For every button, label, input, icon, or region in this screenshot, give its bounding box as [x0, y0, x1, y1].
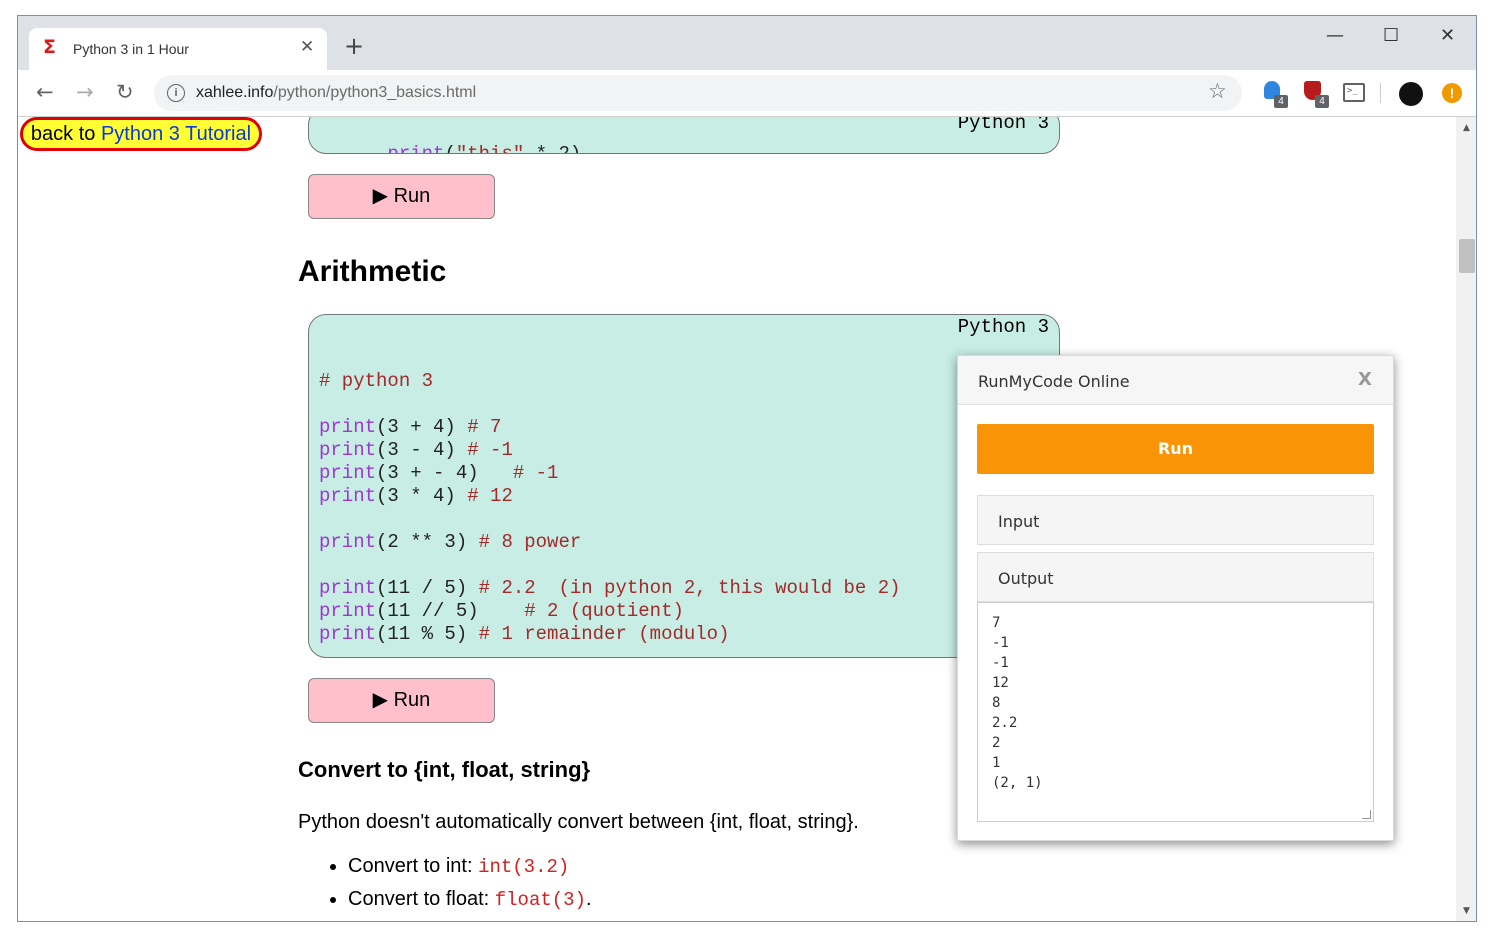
panel-header: RunMyCode Online X: [958, 356, 1393, 405]
window-close-icon[interactable]: ✕: [1440, 25, 1455, 46]
output-text: 7 -1 -1 12 8 2.2 2 1 (2, 1): [992, 615, 1043, 791]
browser-toolbar: ← → ↻ i xahlee.info/python/python3_basic…: [18, 70, 1476, 117]
maximize-icon[interactable]: ☐: [1383, 25, 1399, 46]
output-section-toggle[interactable]: Output: [977, 552, 1374, 602]
code-line: print(11 % 5) # 1 remainder (modulo): [319, 623, 730, 645]
back-arrow-icon[interactable]: ←: [36, 80, 54, 104]
code-line: print(3 - 4) # -1: [319, 439, 513, 461]
code-line: print(3 + - 4) # -1: [319, 462, 559, 484]
code-line: print(3 * 4) # 12: [319, 485, 513, 507]
terminal-extension-icon[interactable]: >_: [1343, 81, 1367, 105]
resize-handle-icon[interactable]: [1362, 810, 1371, 819]
page-scrollbar[interactable]: ▲ ▼: [1456, 117, 1476, 921]
minimize-icon[interactable]: —: [1326, 25, 1344, 46]
code-block-arithmetic[interactable]: Python 3 # python 3 print(3 + 4) # 7 print(…: [308, 314, 1060, 658]
scroll-down-arrow-icon[interactable]: ▼: [1463, 906, 1470, 916]
code-language-label: Python 3: [957, 117, 1049, 134]
code-lines: # python 3 print(3 + 4) # 7 print(3 - 4) #…: [319, 370, 1049, 657]
forward-arrow-icon[interactable]: →: [76, 80, 94, 104]
run-button[interactable]: ▶ Run: [308, 678, 495, 723]
section-heading-arithmetic: Arithmetic: [298, 255, 447, 288]
input-section-toggle[interactable]: Input: [977, 495, 1374, 545]
info-icon[interactable]: i: [167, 84, 185, 102]
convert-list: Convert to int: int(3.2) Convert to floa…: [328, 855, 592, 921]
ghostery-extension-icon[interactable]: 4: [1262, 81, 1288, 108]
new-tab-icon[interactable]: +: [344, 32, 364, 60]
input-label: Input: [998, 512, 1040, 531]
list-item: Convert to int: int(3.2): [348, 855, 592, 878]
ublock-extension-icon[interactable]: 4: [1303, 81, 1329, 108]
address-bar[interactable]: i xahlee.info/python/python3_basics.html…: [154, 75, 1242, 111]
runmycode-panel: RunMyCode Online X Run Input Output 7 -1…: [957, 355, 1394, 841]
ublock-badge: 4: [1315, 95, 1329, 108]
tab-strip: Σ Python 3 in 1 Hour ✕ + — ☐ ✕: [18, 16, 1476, 70]
code-line: print(2 ** 3) # 8 power: [319, 531, 582, 553]
code-line: print(3 + 4) # 7: [319, 416, 502, 438]
run-button[interactable]: ▶ Run: [308, 174, 495, 219]
profile-avatar[interactable]: [1399, 82, 1423, 106]
code-line: # python 3: [319, 370, 434, 392]
back-to-tutorial-link[interactable]: back to Python 3 Tutorial: [20, 117, 262, 151]
list-item: Convert to float: float(3).: [348, 888, 592, 911]
panel-run-button[interactable]: Run: [977, 424, 1374, 474]
scroll-up-arrow-icon[interactable]: ▲: [1463, 123, 1470, 133]
code-block-string-repeat[interactable]: Python 3 print("this" * 2): [308, 117, 1060, 154]
code-line: print(11 // 5) # 2 (quotient): [319, 600, 684, 622]
panel-close-icon[interactable]: X: [1358, 369, 1372, 390]
toolbar-divider: [1380, 83, 1381, 103]
tab-close-icon[interactable]: ✕: [300, 37, 314, 57]
panel-title: RunMyCode Online: [978, 372, 1130, 391]
output-textarea[interactable]: 7 -1 -1 12 8 2.2 2 1 (2, 1): [977, 602, 1374, 822]
ghostery-badge: 4: [1274, 95, 1288, 108]
tab-title: Python 3 in 1 Hour: [73, 41, 189, 57]
scroll-thumb[interactable]: [1459, 239, 1475, 273]
code-language-label: Python 3: [957, 316, 1049, 338]
section-heading-convert: Convert to {int, float, string}: [298, 757, 591, 782]
bookmark-star-icon[interactable]: ☆: [1208, 79, 1227, 103]
tab-python3-in-1-hour[interactable]: Σ Python 3 in 1 Hour ✕: [29, 28, 327, 70]
reload-icon[interactable]: ↻: [116, 80, 134, 104]
url-text[interactable]: xahlee.info/python/python3_basics.html: [196, 84, 476, 102]
sigma-favicon-icon: Σ: [43, 36, 56, 58]
paragraph-convert: Python doesn't automatically convert bet…: [298, 811, 859, 833]
code-line: print(11 / 5) # 2.2 (in python 2, this w…: [319, 577, 901, 599]
output-label: Output: [998, 569, 1054, 588]
update-alert-icon[interactable]: !: [1442, 83, 1462, 103]
